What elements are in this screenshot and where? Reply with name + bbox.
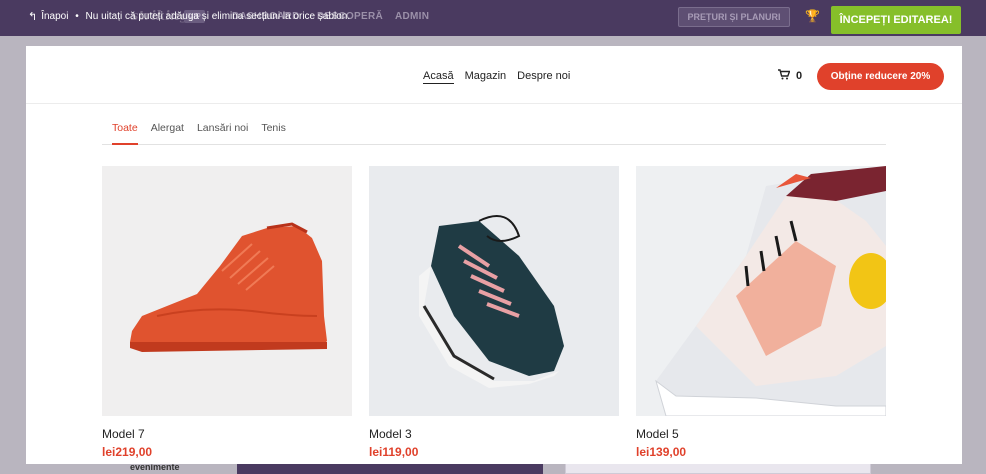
product-price: lei219,00	[102, 445, 153, 459]
product-card[interactable]: Model 3 lei119,00	[369, 166, 619, 459]
product-name[interactable]: Model 7	[102, 427, 352, 441]
product-card[interactable]: Model 5 lei139,00	[636, 166, 886, 459]
back-arrow-icon[interactable]: ↰	[28, 10, 37, 23]
tab-lansari-noi[interactable]: Lansări noi	[197, 114, 248, 145]
back-banner: ↰ Înapoi • Nu uitați că puteți adăuga și…	[28, 10, 350, 23]
editor-top-bar: strikingly VIP DASHBOARD DESCOPERĂ ADMIN…	[0, 0, 986, 36]
pricing-plans-button[interactable]: PREȚURI ȘI PLANURI	[678, 7, 790, 27]
bullet-separator: •	[72, 11, 82, 22]
product-image-green-shoe[interactable]	[369, 166, 619, 416]
site-nav-magazin[interactable]: Magazin	[465, 70, 507, 84]
product-name[interactable]: Model 3	[369, 427, 619, 441]
back-link[interactable]: Înapoi	[41, 11, 68, 22]
nav-admin[interactable]: ADMIN	[395, 11, 429, 22]
site-nav-despre-noi[interactable]: Despre noi	[517, 70, 570, 84]
product-grid: Model 7 lei219,00 Model 3 lei119,00 Mode…	[102, 166, 886, 459]
tab-toate[interactable]: Toate	[112, 114, 138, 145]
category-tabs: Toate Alergat Lansări noi Tenis	[102, 114, 886, 145]
cart-count: 0	[796, 70, 803, 82]
site-nav-acasa[interactable]: Acasă	[423, 70, 454, 84]
site-nav: Acasă Magazin Despre noi	[423, 70, 570, 84]
template-tip: Nu uitați că puteți adăuga și elimina se…	[85, 11, 351, 22]
product-card[interactable]: Model 7 lei219,00	[102, 166, 352, 459]
product-image-white-sneaker[interactable]	[636, 166, 886, 416]
cart-button[interactable]: 0	[778, 69, 802, 83]
trophy-icon[interactable]: 🏆	[805, 9, 820, 23]
product-name[interactable]: Model 5	[636, 427, 886, 441]
template-preview: Acasă Magazin Despre noi 0 Obține reduce…	[26, 46, 962, 464]
discount-button[interactable]: Obține reducere 20%	[817, 63, 944, 90]
product-image-red-sneaker[interactable]	[102, 166, 352, 416]
cart-icon	[778, 69, 791, 83]
tab-alergat[interactable]: Alergat	[151, 114, 184, 145]
start-editing-button[interactable]: ÎNCEPEȚI EDITAREA!	[831, 6, 961, 34]
product-price: lei119,00	[369, 445, 419, 459]
tab-tenis[interactable]: Tenis	[261, 114, 286, 145]
site-header: Acasă Magazin Despre noi 0 Obține reduce…	[26, 46, 962, 104]
product-price: lei139,00	[636, 445, 687, 459]
